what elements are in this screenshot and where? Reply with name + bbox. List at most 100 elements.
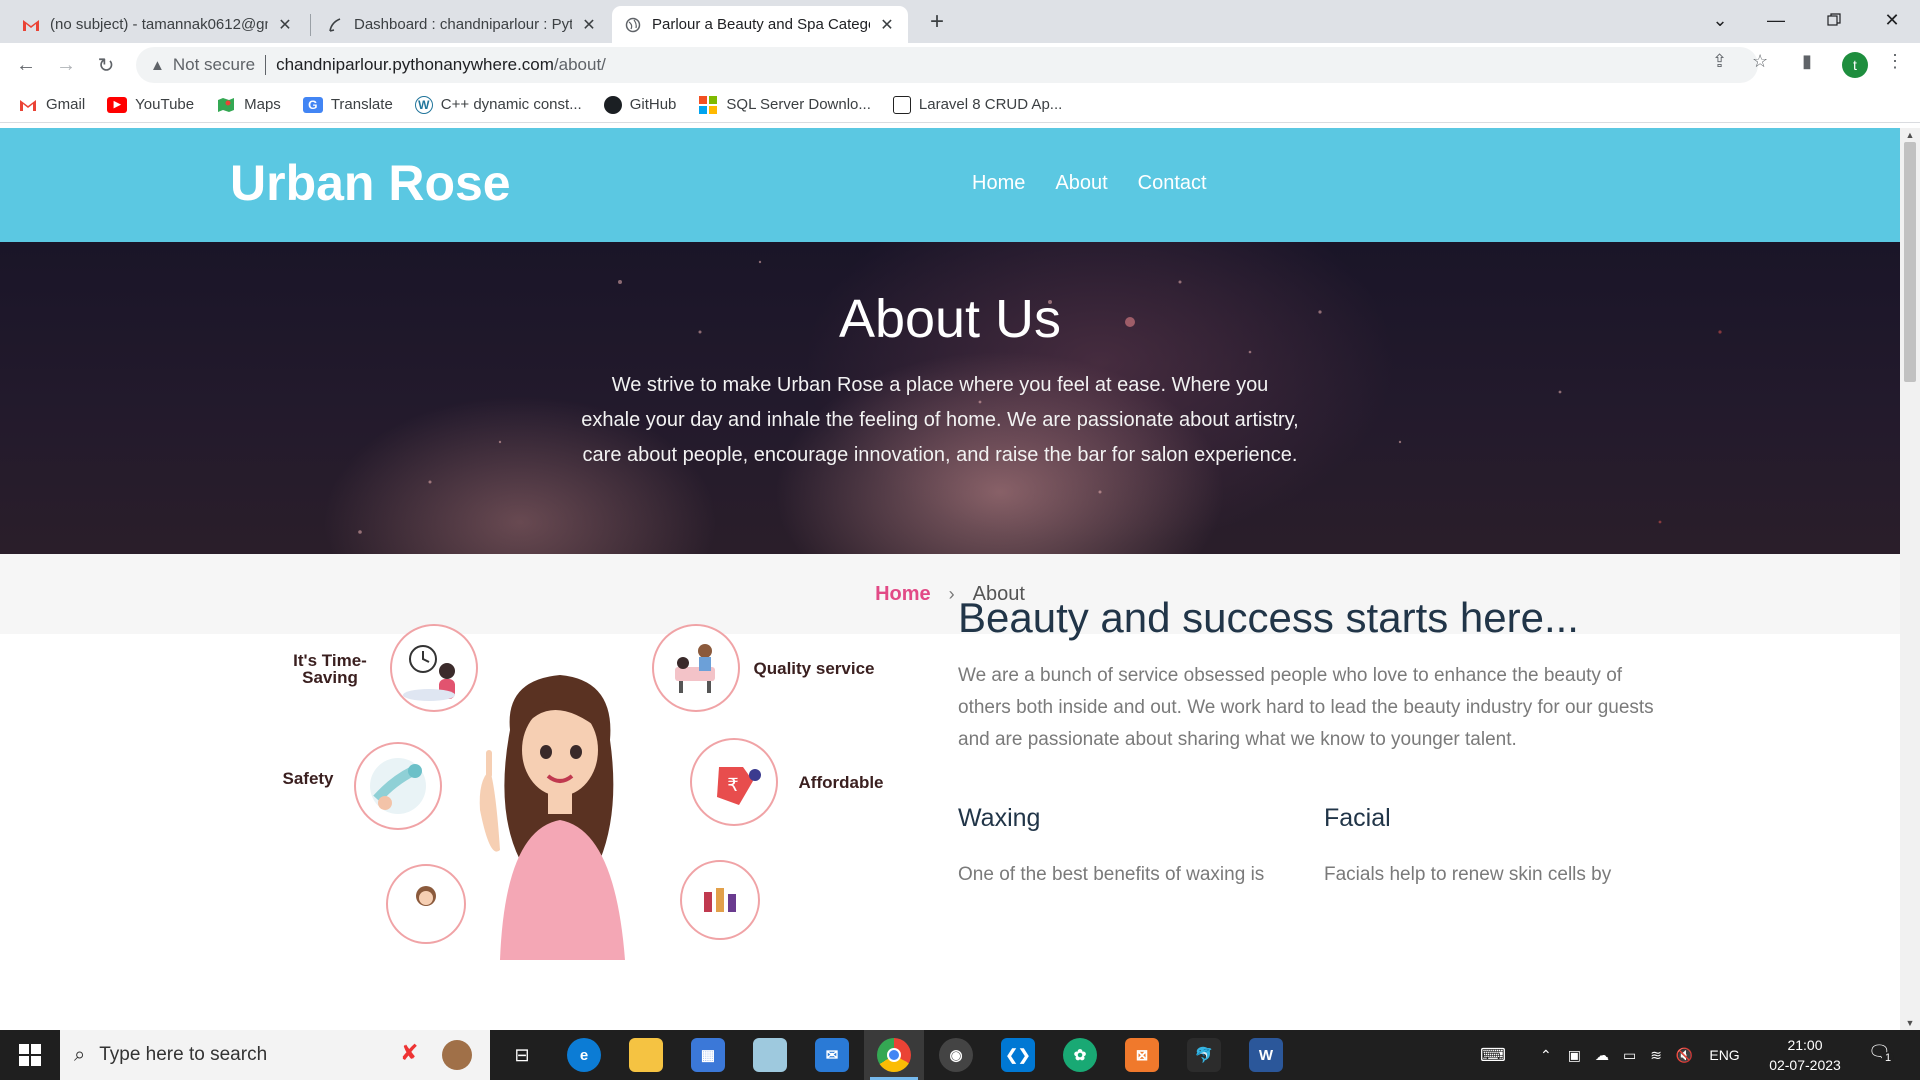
new-tab-button[interactable]: + — [923, 8, 951, 36]
youtube-icon: ▶ — [107, 96, 128, 113]
site-brand[interactable]: Urban Rose — [230, 154, 511, 212]
bookmark-maps[interactable]: Maps — [216, 96, 281, 113]
bookmark-translate[interactable]: G Translate — [302, 96, 393, 113]
security-label[interactable]: Not secure — [173, 55, 255, 75]
search-highlight-icon: ✘ — [400, 1040, 419, 1065]
word-icon[interactable]: W — [1249, 1038, 1283, 1072]
tab-title: Parlour a Beauty and Spa Category — [652, 16, 870, 33]
notification-count: 1 — [1882, 1052, 1895, 1064]
scroll-up-icon[interactable]: ▲ — [1900, 128, 1920, 142]
wordpress-icon: W — [414, 95, 433, 114]
reload-icon[interactable]: ↻ — [90, 49, 122, 81]
windows-start-button[interactable] — [0, 1030, 60, 1080]
side-panel-icon[interactable]: ▮ — [1802, 51, 1812, 72]
tab-parlour[interactable]: Parlour a Beauty and Spa Category ✕ — [612, 6, 908, 43]
mysql-icon[interactable]: 🐬 — [1187, 1038, 1221, 1072]
chevron-up-icon[interactable]: ⌃ — [1540, 1047, 1552, 1064]
section-heading: Beauty and success starts here... — [958, 594, 1579, 641]
bookmark-cpp[interactable]: W C++ dynamic const... — [414, 95, 582, 114]
close-tab-icon[interactable]: ✕ — [276, 15, 294, 35]
tab-title: (no subject) - tamannak0612@gmail.com — [50, 16, 268, 33]
gmail-icon — [22, 16, 40, 34]
address-bar[interactable]: ▲ Not secure chandniparlour.pythonanywhe… — [136, 47, 1758, 83]
tab-divider — [310, 14, 311, 36]
tab-search-icon[interactable]: ⌄ — [1692, 0, 1748, 40]
service-facial: Facial Facials help to renew skin cells … — [1324, 804, 1664, 891]
bookmark-github[interactable]: GitHub — [603, 95, 677, 114]
edge-icon[interactable]: e — [567, 1038, 601, 1072]
bookmark-sql[interactable]: SQL Server Downlo... — [698, 95, 871, 114]
tab-pythonanywhere[interactable]: Dashboard : chandniparlour : PythonAnywh… — [314, 6, 610, 43]
file-explorer-icon[interactable] — [629, 1038, 663, 1072]
scroll-down-icon[interactable]: ▼ — [1900, 1016, 1920, 1030]
volume-muted-icon[interactable]: 🔇 — [1676, 1047, 1693, 1064]
vscode-icon[interactable]: ❮❯ — [1001, 1038, 1035, 1072]
restore-button[interactable] — [1806, 0, 1862, 40]
taskbar-search-box[interactable]: ⌕ Type here to search ✘ — [60, 1030, 490, 1080]
nav-about-link[interactable]: About — [1055, 172, 1107, 195]
xampp-icon[interactable]: ⊠ — [1125, 1038, 1159, 1072]
translate-icon: G — [302, 96, 323, 113]
meet-icon[interactable]: ▣ — [1568, 1047, 1581, 1064]
back-icon[interactable]: ← — [10, 49, 42, 81]
bookmark-youtube[interactable]: ▶ YouTube — [107, 96, 194, 113]
obs-icon[interactable]: ◉ — [939, 1038, 973, 1072]
system-tray: ⌨ ⌃ ▣ ☁ ▭ ≋ 🔇 ENG — [1480, 1030, 1740, 1080]
browser-toolbar: ← → ↻ ▲ Not secure chandniparlour.python… — [0, 43, 1920, 87]
onedrive-icon[interactable]: ☁ — [1595, 1047, 1609, 1064]
menu-icon[interactable]: ⋮ — [1886, 51, 1904, 72]
windows-logo-icon — [19, 1044, 41, 1066]
service-title: Waxing — [958, 804, 1041, 832]
forward-icon[interactable]: → — [50, 49, 82, 81]
bookmark-label: Translate — [330, 96, 393, 113]
url-host: chandniparlour.pythonanywhere.com — [276, 55, 554, 74]
close-tab-icon[interactable]: ✕ — [878, 15, 896, 35]
app-icon[interactable] — [753, 1038, 787, 1072]
page-scrollbar[interactable]: ▲ ▼ — [1900, 128, 1920, 1030]
wifi-icon[interactable]: ≋ — [1650, 1047, 1662, 1064]
bookmark-label: Maps — [244, 96, 281, 113]
close-window-button[interactable]: ✕ — [1864, 0, 1920, 40]
bookmark-label: C++ dynamic const... — [440, 96, 582, 113]
bookmark-star-icon[interactable]: ☆ — [1752, 51, 1768, 72]
scrollbar-thumb[interactable] — [1904, 142, 1916, 382]
page-viewport: Urban Rose Home About Contact About Us W… — [0, 128, 1900, 1030]
github-icon — [603, 95, 622, 114]
windows-taskbar: ⌕ Type here to search ✘ ⊟ e ▦ ✉ ◉ ❮❯ ✿ ⊠… — [0, 1030, 1920, 1080]
breadcrumb-home-link[interactable]: Home — [875, 583, 931, 606]
tab-title: Dashboard : chandniparlour : PythonAnywh… — [354, 16, 572, 33]
bookmark-label: GitHub — [629, 96, 677, 113]
profile-avatar[interactable]: t — [1842, 52, 1868, 78]
keyboard-icon[interactable]: ⌨ — [1480, 1045, 1506, 1066]
globe-icon — [624, 16, 642, 34]
battery-icon[interactable]: ▭ — [1623, 1047, 1636, 1064]
task-view-icon[interactable]: ⊟ — [505, 1038, 539, 1072]
hero-description: We strive to make Urban Rose a place whe… — [581, 374, 1299, 466]
chatgpt-icon[interactable]: ✿ — [1063, 1038, 1097, 1072]
hero-title: About Us — [838, 289, 1062, 349]
share-icon[interactable]: ⇪ — [1712, 51, 1727, 72]
svg-text:₹: ₹ — [727, 775, 738, 796]
tab-gmail[interactable]: (no subject) - tamannak0612@gmail.com ✕ — [10, 6, 306, 43]
tab-strip: (no subject) - tamannak0612@gmail.com ✕ … — [0, 0, 1920, 43]
taskbar-clock[interactable]: 21:00 02-07-2023 — [1760, 1035, 1850, 1075]
search-highlight-image — [442, 1040, 472, 1070]
service-text: One of the best benefits of waxing is — [958, 864, 1265, 885]
bookmark-gmail[interactable]: Gmail — [18, 96, 85, 113]
feature-safety: Safety — [282, 769, 334, 788]
minimize-button[interactable]: — — [1748, 0, 1804, 40]
clock-time: 21:00 — [1787, 1037, 1823, 1053]
chrome-icon[interactable] — [877, 1038, 911, 1072]
hygiene-products-icon — [680, 860, 760, 940]
language-indicator[interactable]: ENG — [1709, 1047, 1739, 1063]
search-icon: ⌕ — [74, 1043, 86, 1066]
nav-home-link[interactable]: Home — [972, 172, 1025, 195]
notification-icon[interactable]: 🗨 1 — [1868, 1042, 1896, 1068]
close-tab-icon[interactable]: ✕ — [580, 15, 598, 35]
warning-icon[interactable]: ▲ — [150, 57, 165, 74]
microsoft-store-icon[interactable]: ▦ — [691, 1038, 725, 1072]
bookmark-laravel[interactable]: Laravel 8 CRUD Ap... — [892, 95, 1062, 114]
nav-contact-link[interactable]: Contact — [1138, 172, 1207, 195]
address-divider — [265, 55, 267, 75]
mail-icon[interactable]: ✉ — [815, 1038, 849, 1072]
